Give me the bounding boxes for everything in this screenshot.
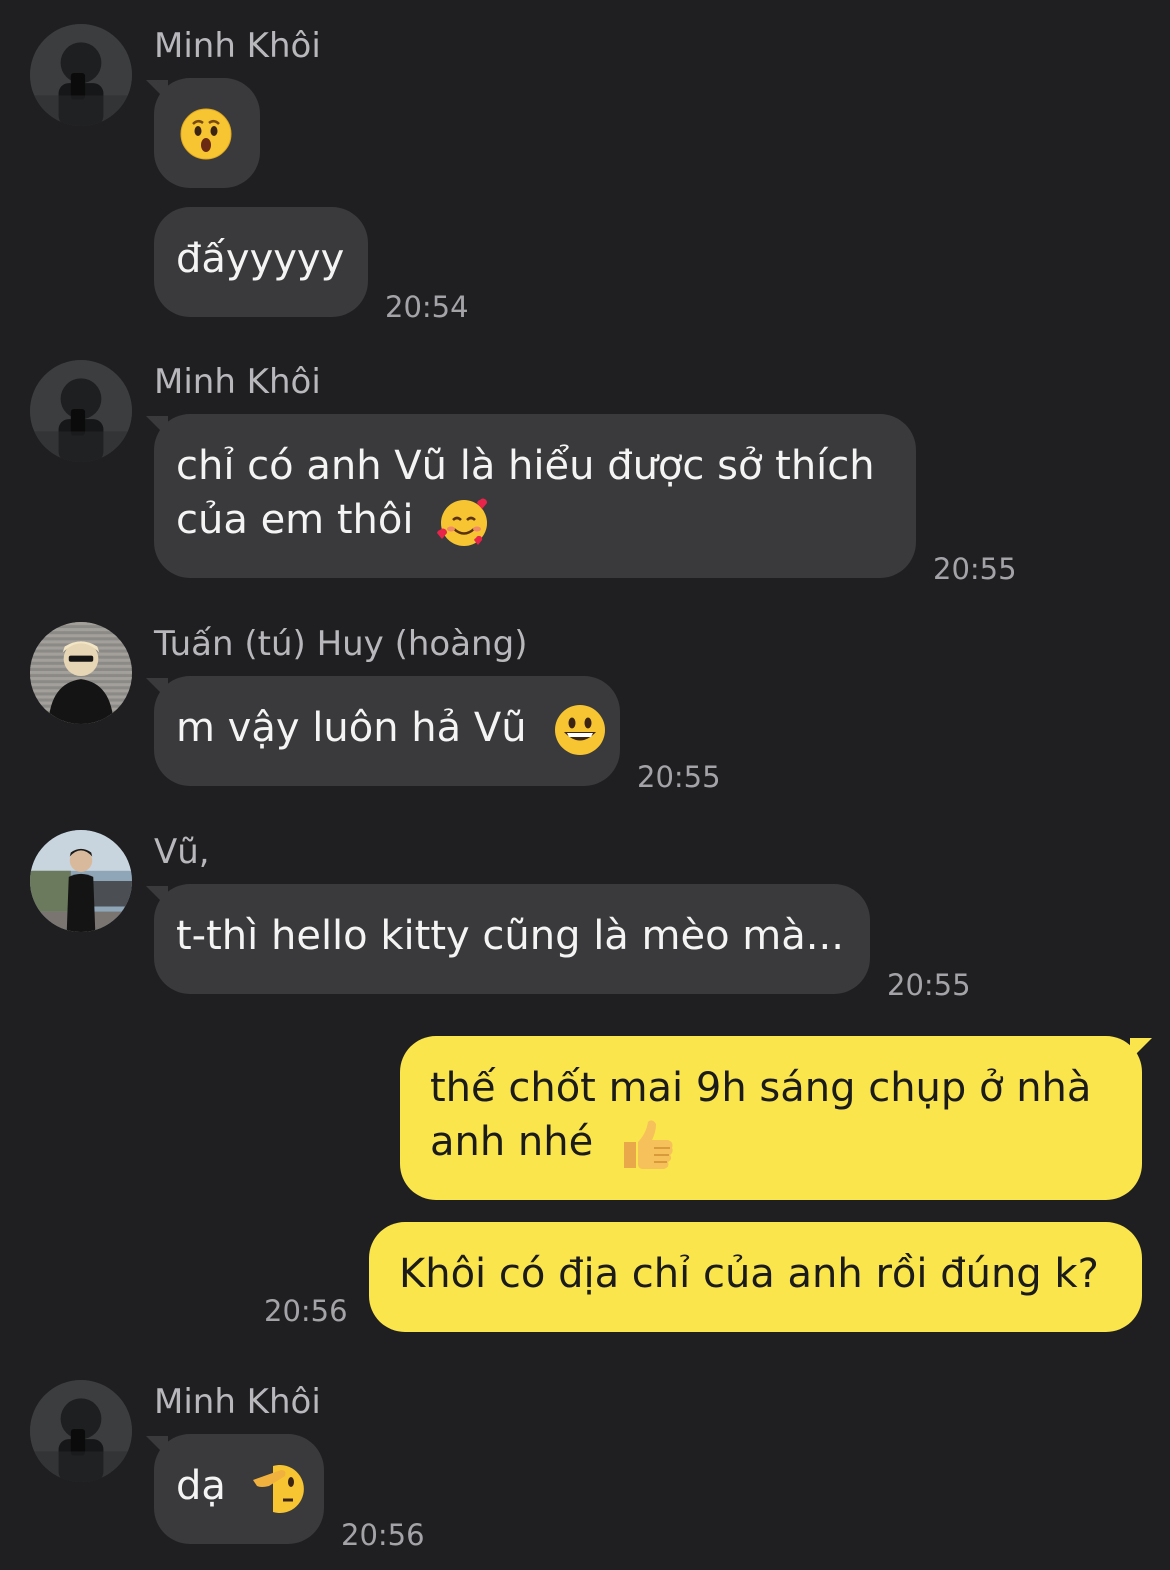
message-bubble-outgoing[interactable]: thế chốt mai 9h sáng chụp ở nhà anh nhé [400,1036,1142,1200]
astonished-face-icon [180,108,232,160]
message-bubble-emoji[interactable] [154,78,260,188]
message-bubble[interactable]: dạ [154,1434,324,1544]
sender-name: Vũ, [154,832,210,872]
grinning-face-icon [553,703,607,757]
message-text-line: chỉ có anh Vũ là hiểu được sở thích [176,443,875,489]
message-text-line: thế chốt mai 9h sáng chụp ở nhà [430,1065,1092,1111]
message-text: m vậy luôn hả Vũ [176,705,527,751]
avatar-tuan-huy[interactable] [30,622,132,724]
message-bubble[interactable]: t-thì hello kitty cũng là mèo mà... [154,884,870,994]
message-text-line: anh nhé [430,1119,594,1165]
message-timestamp: 20:54 [385,290,469,324]
sender-name: Minh Khôi [154,26,321,66]
avatar-minh-khoi[interactable] [30,360,132,462]
message-text: đấyyyyy [176,236,345,282]
message-timestamp: 20:56 [341,1518,425,1552]
sender-name: Minh Khôi [154,362,321,402]
smiling-face-with-hearts-icon [436,496,492,548]
message-text-line: của em thôi [176,497,414,543]
message-bubble-outgoing[interactable]: Khôi có địa chỉ của anh rồi đúng k? [369,1222,1142,1332]
avatar-minh-khoi[interactable] [30,1380,132,1482]
message-timestamp: 20:55 [637,760,721,794]
sender-name: Tuấn (tú) Huy (hoàng) [154,624,528,664]
avatar-vu[interactable] [30,830,132,932]
message-text: dạ [176,1463,226,1509]
saluting-face-icon [251,1460,307,1516]
message-bubble[interactable]: m vậy luôn hả Vũ [154,676,620,786]
avatar-minh-khoi[interactable] [30,24,132,126]
message-text: Khôi có địa chỉ của anh rồi đúng k? [399,1251,1099,1297]
message-text: t-thì hello kitty cũng là mèo mà... [176,913,844,959]
message-bubble[interactable]: chỉ có anh Vũ là hiểu được sở thích của … [154,414,916,578]
thumbs-up-icon [618,1116,676,1172]
message-timestamp: 20:56 [264,1294,348,1328]
message-timestamp: 20:55 [887,968,971,1002]
message-bubble[interactable]: đấyyyyy [154,207,368,317]
sender-name: Minh Khôi [154,1382,321,1422]
message-timestamp: 20:55 [933,552,1017,586]
